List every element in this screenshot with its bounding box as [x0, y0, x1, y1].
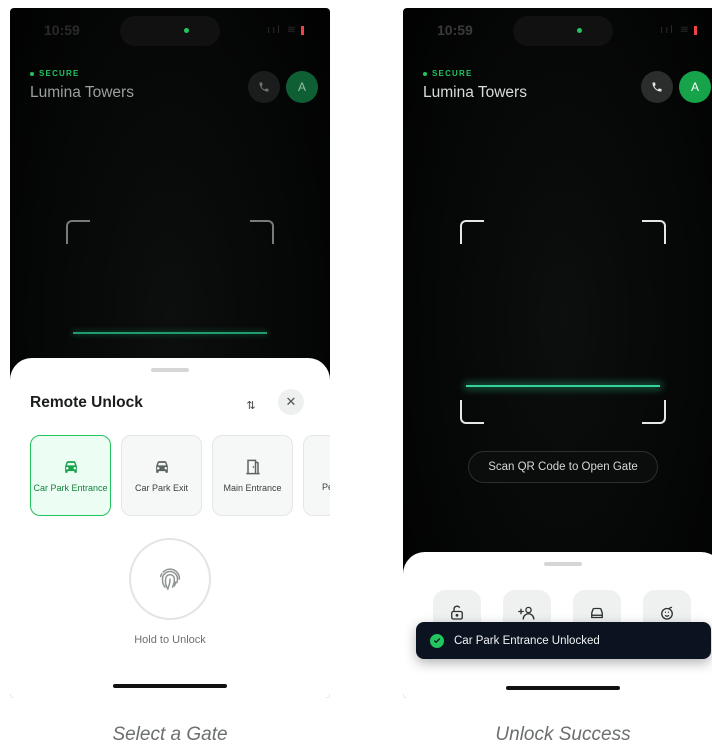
- signal-icon: ııl: [267, 24, 282, 36]
- status-bar: 10:59 ııl ≋: [403, 8, 712, 52]
- scan-line: [466, 385, 660, 387]
- gate-label: Car Park Exit: [134, 482, 188, 493]
- status-time: 10:59: [437, 22, 473, 38]
- gate-list: Car Park Entrance Car Park Exit Main Ent…: [30, 435, 330, 516]
- phone-icon: [259, 82, 269, 92]
- avatar[interactable]: A: [286, 71, 318, 103]
- secure-label: SECURE: [432, 69, 473, 78]
- gate-card-partial[interactable]: Pe: [303, 435, 330, 516]
- scan-line: [73, 332, 267, 334]
- scanner-corner-top-left: [460, 220, 484, 244]
- gate-label: Pe: [322, 481, 330, 492]
- dynamic-island: [513, 16, 613, 46]
- door-icon: [245, 459, 260, 475]
- battery-icon: [694, 25, 697, 35]
- secure-label: SECURE: [39, 69, 80, 78]
- gate-card-main-entrance[interactable]: Main Entrance: [212, 435, 293, 516]
- fingerprint-icon: [159, 568, 181, 590]
- remote-unlock-sheet: Remote Unlock ⇅ ✕ Car Park Entrance Car …: [10, 358, 330, 698]
- scanner-corner-top-left: [66, 220, 90, 244]
- avatar[interactable]: A: [679, 71, 711, 103]
- sort-icon: ⇅: [246, 399, 256, 412]
- sheet-title: Remote Unlock: [30, 394, 143, 411]
- status-time: 10:59: [44, 22, 80, 38]
- car-icon: [64, 460, 77, 473]
- caption-unlock-success: Unlock Success: [495, 724, 631, 745]
- camera-indicator-icon: [184, 28, 189, 33]
- gate-card-car-park-entrance[interactable]: Car Park Entrance: [30, 435, 111, 516]
- sheet-grabber[interactable]: [544, 562, 582, 566]
- close-icon: ✕: [285, 394, 297, 409]
- sort-button[interactable]: ⇅: [238, 392, 264, 418]
- camera-indicator-icon: [577, 28, 582, 33]
- secure-indicator: SECURE: [423, 69, 473, 78]
- home-indicator[interactable]: [506, 686, 620, 690]
- secure-dot-icon: [30, 71, 34, 76]
- baby-icon: [661, 606, 673, 620]
- battery-icon: [301, 25, 304, 35]
- gate-card-car-park-exit[interactable]: Car Park Exit: [121, 435, 202, 516]
- scan-qr-prompt: Scan QR Code to Open Gate: [468, 451, 658, 483]
- secure-indicator: SECURE: [30, 69, 80, 78]
- fingerprint-unlock-button[interactable]: [129, 538, 211, 620]
- close-button[interactable]: ✕: [278, 389, 304, 415]
- secure-dot-icon: [423, 71, 427, 76]
- building-name: Lumina Towers: [30, 84, 134, 101]
- add-user-icon: [518, 606, 535, 620]
- wifi-icon: ≋: [679, 24, 691, 36]
- phone-screen-select-gate: 10:59 ııl ≋ SECURE Lumina Towers A Remot…: [10, 8, 330, 698]
- unlock-success-toast: Car Park Entrance Unlocked: [416, 622, 711, 659]
- scanner-corner-top-right: [642, 220, 666, 244]
- phone-screen-unlock-success: 10:59 ııl ≋ SECURE Lumina Towers A Scan …: [403, 8, 712, 698]
- call-button[interactable]: [641, 71, 673, 103]
- signal-icon: ııl: [660, 24, 675, 36]
- building-name: Lumina Towers: [423, 84, 527, 101]
- home-indicator[interactable]: [113, 684, 227, 688]
- lock-icon: [451, 605, 463, 620]
- wifi-icon: ≋: [286, 24, 298, 36]
- status-icons: ııl ≋: [660, 23, 697, 36]
- call-button[interactable]: [248, 71, 280, 103]
- hold-to-unlock-label: Hold to Unlock: [134, 634, 206, 646]
- caption-select-gate: Select a Gate: [112, 724, 228, 745]
- sheet-grabber[interactable]: [151, 368, 189, 372]
- gate-label: Car Park Entrance: [33, 482, 108, 493]
- scanner-corner-bottom-left: [460, 400, 484, 424]
- dynamic-island: [120, 16, 220, 46]
- scanner-corner-top-right: [250, 220, 274, 244]
- car-icon: [591, 607, 603, 619]
- gate-label: Main Entrance: [223, 482, 282, 493]
- scanner-corner-bottom-right: [642, 400, 666, 424]
- toast-message: Car Park Entrance Unlocked: [454, 634, 600, 647]
- status-bar: 10:59 ııl ≋: [10, 8, 330, 52]
- phone-icon: [652, 82, 662, 92]
- check-icon: [430, 633, 444, 648]
- status-icons: ııl ≋: [267, 23, 304, 36]
- car-icon: [155, 460, 168, 473]
